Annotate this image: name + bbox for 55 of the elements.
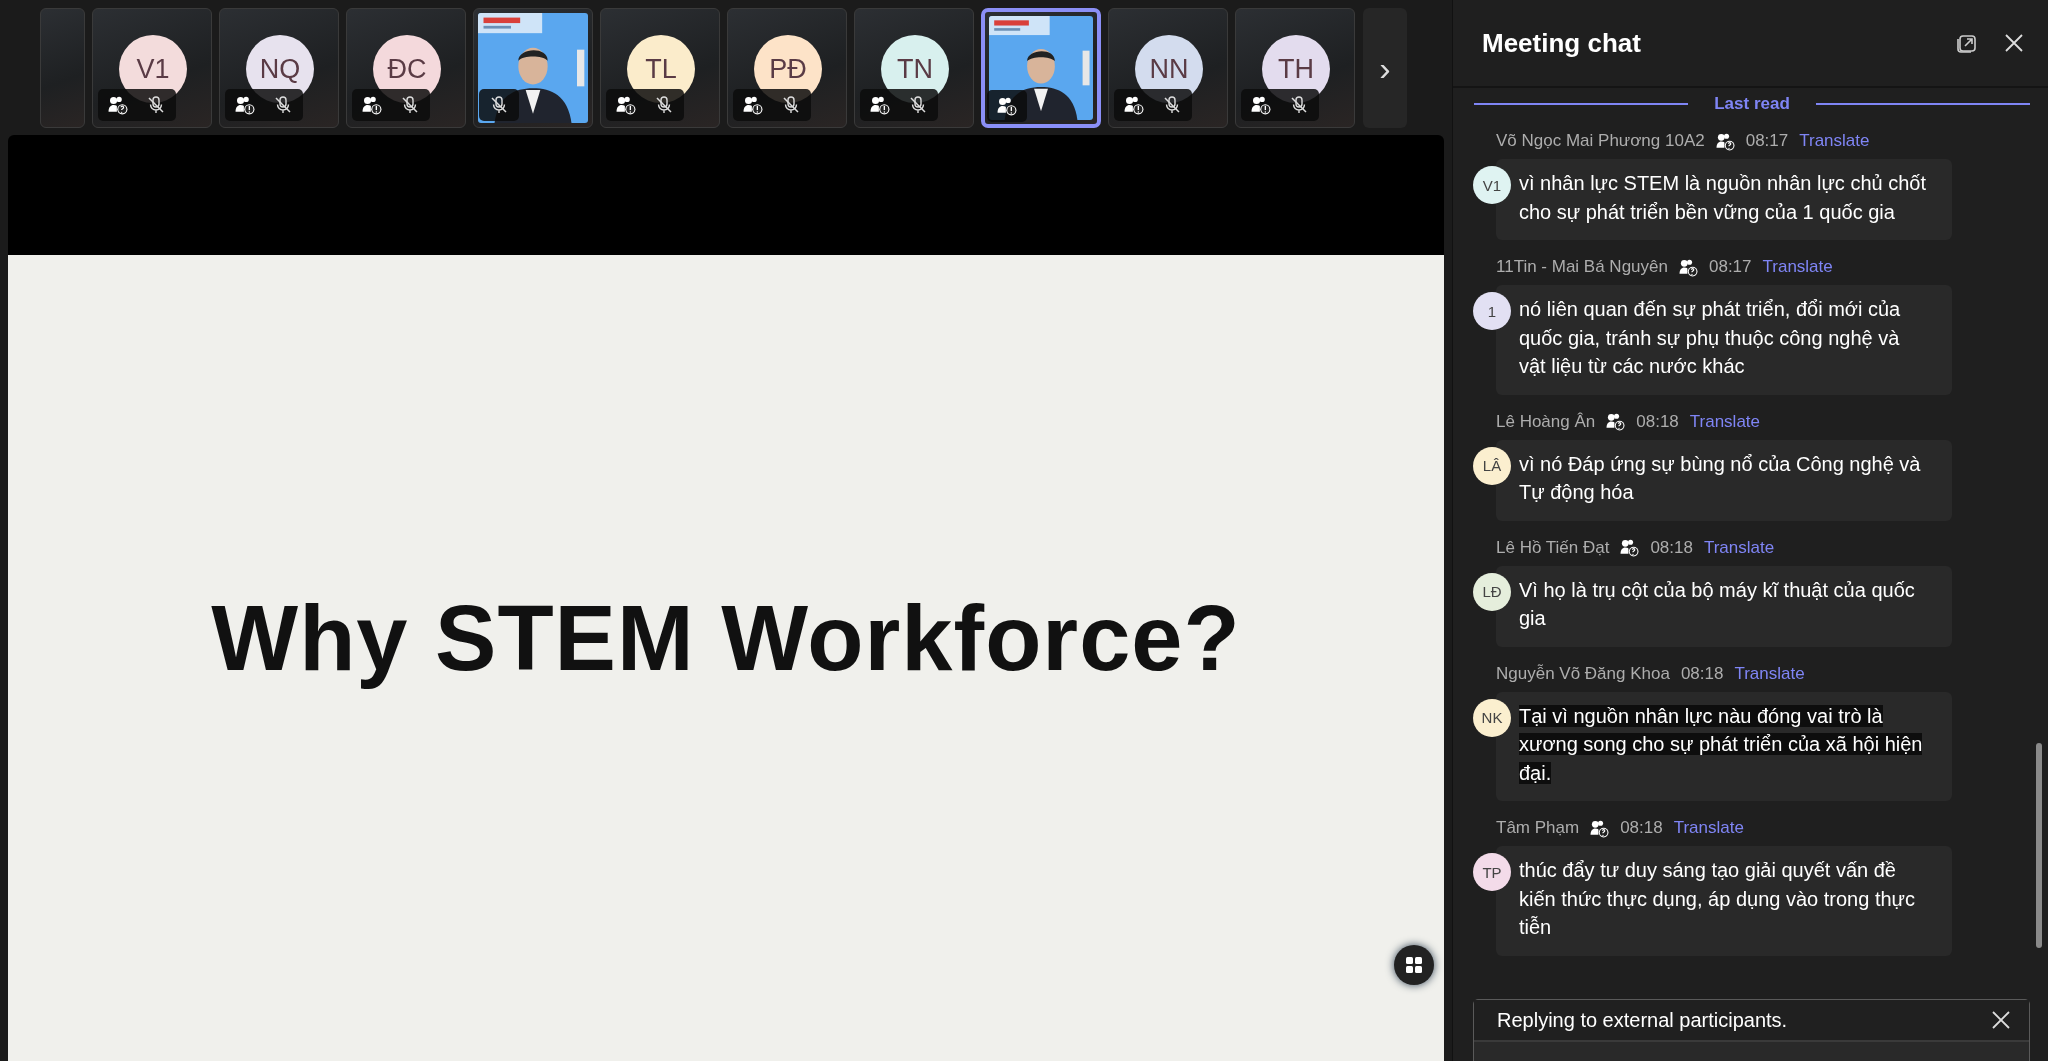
sender-name: Lê Hoàng Ân [1496,411,1596,432]
unknown-status-icon [1715,131,1735,151]
message-text: nó liên quan đến sự phát triển, đổi mới của quốc gia, tránh sự phụ thuộc công nghệ và vật liệu từ các nước khác [1519,297,1902,379]
last-read-divider: Last read [1714,94,1790,114]
participant-tile[interactable]: NN [1108,8,1228,128]
scrollbar[interactable] [2036,743,2042,948]
message-time: 08:18 [1650,537,1693,558]
participant-tile[interactable]: NQ [219,8,339,128]
participant-tile[interactable] [981,8,1101,128]
apps-icon [1405,956,1423,974]
translate-link[interactable]: Translate [1673,818,1744,838]
avatar: LĐ [1473,572,1511,611]
message-time: 08:18 [1636,411,1679,432]
sender-name: Lê Hồ Tiến Đạt [1496,537,1610,558]
message-time: 08:17 [1708,257,1752,277]
avatar: NK [1473,698,1511,737]
participant-tile[interactable]: TH [1235,8,1355,128]
message-text: Vì họ là trụ cột của bộ máy kĩ thuật của quốc gia [1519,577,1916,631]
sender-name: Võ Ngọc Mai Phương 10A2 [1496,131,1705,151]
chat-title: Meeting chat [1482,27,1642,59]
message-text: Tại vì nguồn nhân lực nàu đóng vai trò là xương song cho sự phát triển của xã hội hiện đại. [1519,703,1924,786]
sender-name: 11Tin - Mai Bá Nguyên [1496,257,1668,277]
slide-title: Why STEM Workforce? [211,585,1241,691]
participant-tile[interactable]: TN [854,8,974,128]
unknown-status-icon [1590,818,1610,838]
sender-name: Tâm Phạm [1496,818,1580,838]
avatar: TP [1473,853,1511,891]
message-text: vì nhân lực STEM là nguồn nhân lực chủ chốt cho sự phát triển bền vững của 1 quốc gia [1519,171,1927,225]
translate-link[interactable]: Translate [1799,131,1870,151]
sender-name: Nguyễn Võ Đăng Khoa [1496,663,1670,684]
participant-tile[interactable]: V1 [92,8,212,128]
message-text: vì nó Đáp ứng sự bùng nổ của Công nghệ và Tự động hóa [1519,451,1922,505]
translate-link[interactable]: Translate [1703,537,1775,558]
participant-tile[interactable]: TL [600,8,720,128]
close-icon [2004,33,2024,53]
pop-out-icon [1956,32,1978,54]
avatar: LÂ [1473,446,1511,485]
participant-tile[interactable]: PĐ [727,8,847,128]
translate-link[interactable]: Translate [1762,257,1833,277]
participant-tile[interactable]: ĐC [346,8,466,128]
translate-link[interactable]: Translate [1689,411,1761,432]
avatar: V1 [1473,166,1511,204]
next-button[interactable]: › [1363,8,1407,128]
unknown-status-icon [1620,538,1640,557]
unknown-status-icon [1678,257,1698,277]
message-time: 08:18 [1620,818,1663,838]
reply-box[interactable]: Replying to external participants. [1473,999,2030,1061]
message-time: 08:18 [1680,663,1724,684]
close-icon [1991,1010,2011,1030]
avatar: 1 [1473,292,1511,330]
reply-notice: Replying to external participants. [1497,1008,1789,1032]
translate-link[interactable]: Translate [1734,663,1805,684]
message-text: thúc đẩy tư duy sáng tạo giải quyết vấn đề kiến thức thực dụng, áp dụng vào trong thực tiễn [1519,858,1916,940]
message-time: 08:17 [1745,131,1789,151]
unknown-status-icon [1606,412,1626,431]
